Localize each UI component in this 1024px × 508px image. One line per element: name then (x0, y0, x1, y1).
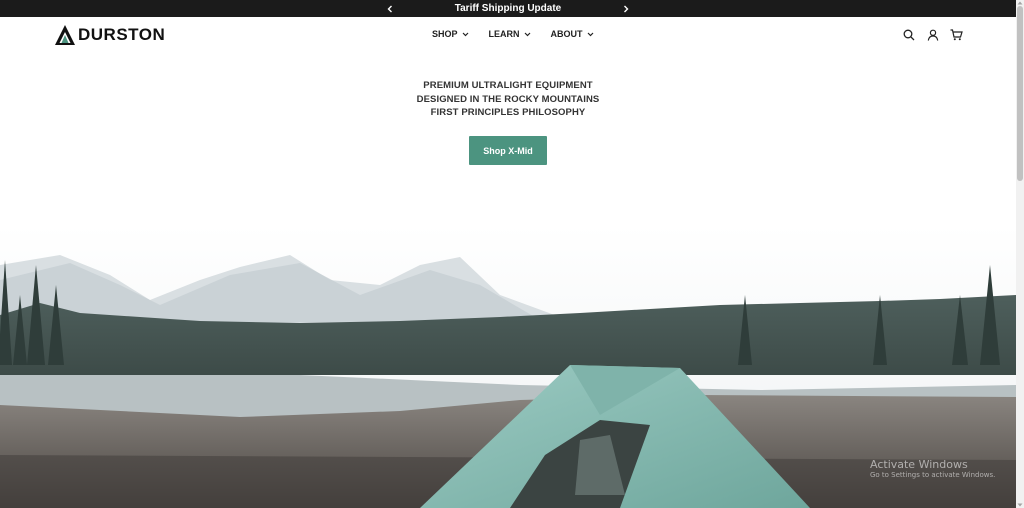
nav-about[interactable]: ABOUT (551, 29, 594, 39)
nav-learn-label: LEARN (488, 29, 520, 39)
main-nav: SHOP LEARN ABOUT (432, 29, 594, 39)
chevron-left-icon[interactable] (382, 0, 398, 17)
account-icon[interactable] (926, 28, 939, 41)
shop-x-mid-button[interactable]: Shop X-Mid (469, 136, 547, 165)
site-header: DURSTON SHOP LEARN ABOUT (0, 17, 1016, 53)
tagline-line: DESIGNED IN THE ROCKY MOUNTAINS (416, 93, 600, 105)
nav-about-label: ABOUT (550, 29, 583, 39)
announcement-bar: Tariff Shipping Update (0, 0, 1016, 17)
chevron-right-icon[interactable] (618, 0, 634, 17)
watermark-title: Activate Windows (870, 458, 968, 471)
search-icon[interactable] (902, 28, 915, 41)
nav-shop-label: SHOP (432, 29, 458, 39)
scroll-down-icon[interactable] (1016, 502, 1024, 508)
chevron-down-icon (587, 32, 593, 36)
scrollbar-thumb[interactable] (1017, 6, 1023, 181)
header-icons (902, 28, 963, 41)
tagline-line: FIRST PRINCIPLES PHILOSOPHY (430, 107, 586, 118)
page-scrollbar[interactable] (1016, 0, 1024, 508)
cart-icon[interactable] (950, 28, 963, 41)
hero-landscape-image (0, 225, 1016, 508)
watermark-subtitle: Go to Settings to activate Windows. (870, 471, 996, 479)
chevron-down-icon (524, 32, 530, 36)
logo-text: DURSTON (78, 25, 166, 44)
brand-logo[interactable]: DURSTON (54, 24, 165, 46)
activation-watermark: Activate Windows Go to Settings to activ… (870, 458, 995, 479)
nav-shop[interactable]: SHOP (432, 29, 469, 39)
tagline-line: PREMIUM ULTRALIGHT EQUIPMENT (423, 80, 593, 91)
nav-learn[interactable]: LEARN (489, 29, 531, 39)
chevron-down-icon (462, 32, 468, 36)
logo-mark-icon (55, 25, 75, 45)
hero-tagline: PREMIUM ULTRALIGHT EQUIPMENT DESIGNED IN… (0, 79, 1016, 120)
announcement-text[interactable]: Tariff Shipping Update (398, 3, 618, 14)
